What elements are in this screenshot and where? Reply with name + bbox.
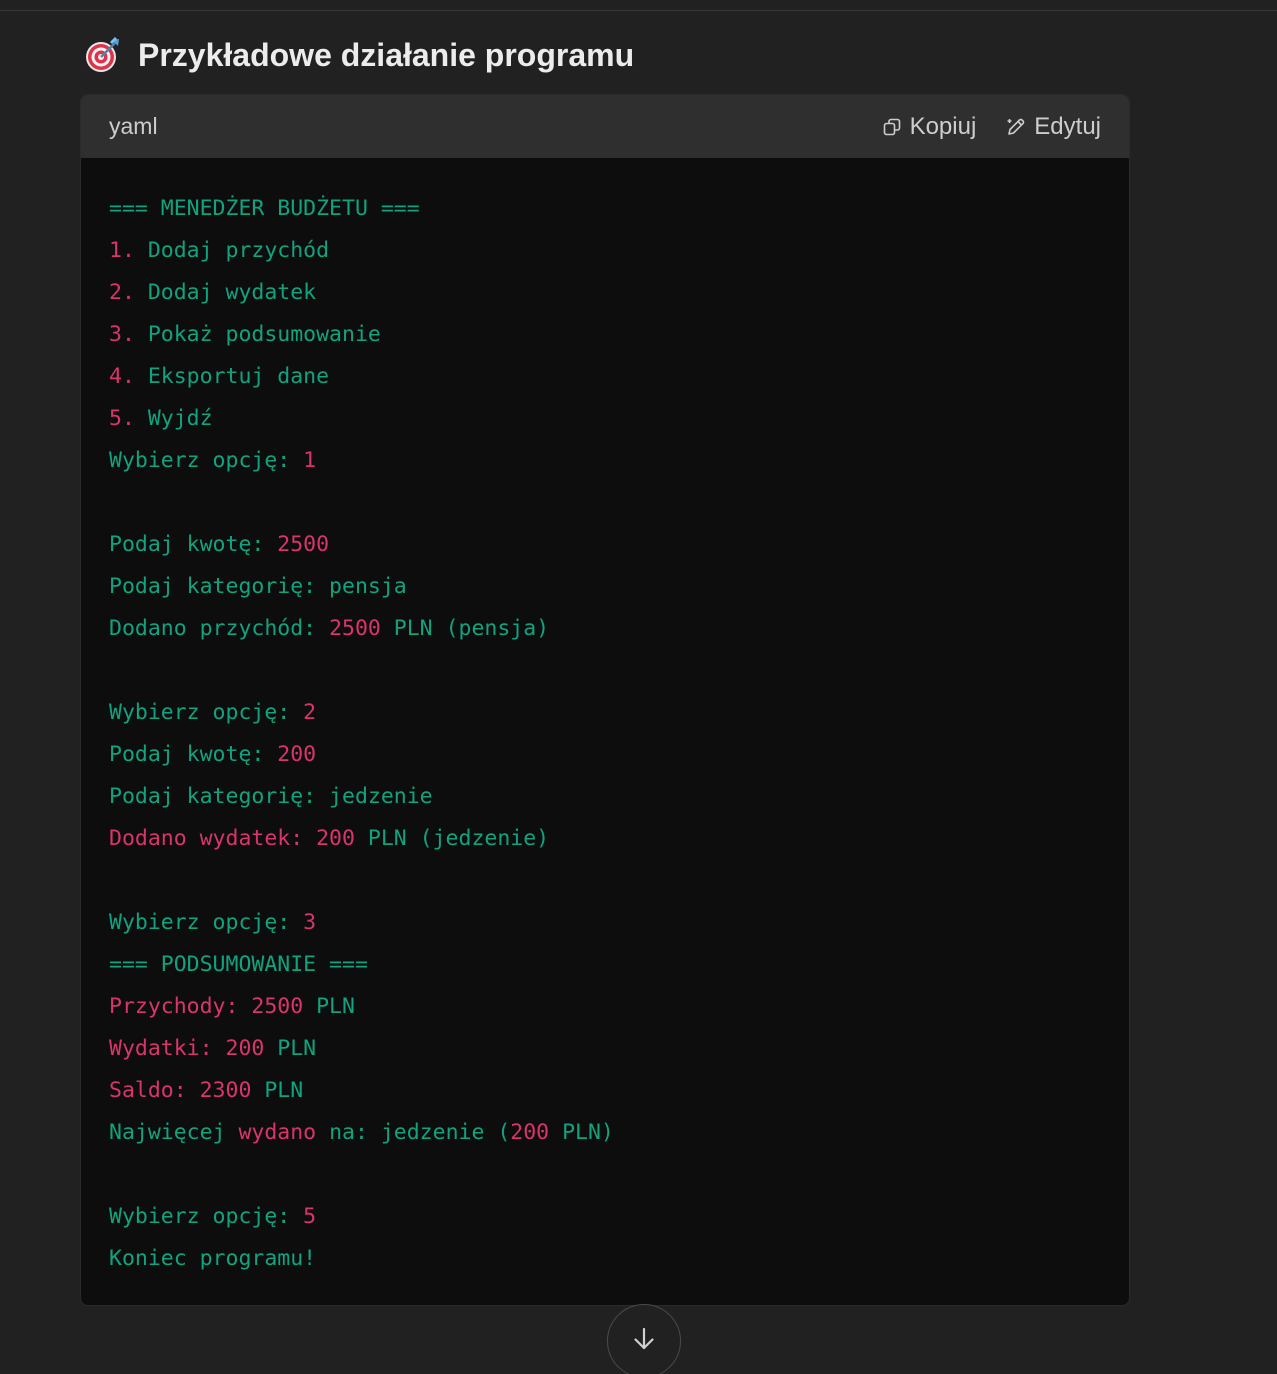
code-token: 1. — [109, 238, 148, 263]
code-line: Koniec programu! — [109, 1238, 1101, 1280]
code-line: Podaj kwotę: 200 — [109, 734, 1101, 776]
code-token: na: jedzenie ( — [316, 1120, 511, 1145]
code-block: yaml Kopiuj Edytuj === MENEDŻER BUDŻETU … — [80, 94, 1130, 1306]
code-line: Wybierz opcję: 3 — [109, 902, 1101, 944]
code-token: Dodano przychód: — [109, 616, 330, 641]
code-line: Podaj kwotę: 2500 — [109, 524, 1101, 566]
code-line: 1. Dodaj przychód — [109, 230, 1101, 272]
code-line: Wybierz opcję: 2 — [109, 692, 1101, 734]
code-line: Dodano przychód: 2500 PLN (pensja) — [109, 608, 1101, 650]
code-token: Eksportuj dane — [147, 364, 330, 389]
page-title: Przykładowe działanie programu — [138, 36, 635, 73]
code-token: PLN — [251, 1078, 304, 1103]
code-token: PLN) — [549, 1120, 614, 1145]
code-token: Dodaj wydatek — [147, 280, 317, 305]
code-token: Dodano wydatek: — [109, 826, 317, 851]
code-token: PLN — [264, 1036, 317, 1061]
code-token: Podaj kategorię: jedzenie — [109, 784, 433, 809]
code-token: Podaj kwotę: — [109, 742, 278, 767]
code-line: Wydatki: 200 PLN — [109, 1028, 1101, 1070]
code-token: Wybierz opcję: — [109, 910, 304, 935]
code-token: 200 — [316, 826, 355, 851]
code-line: 5. Wyjdź — [109, 398, 1101, 440]
code-token: 200 — [277, 742, 317, 767]
code-line: Podaj kategorię: jedzenie — [109, 776, 1101, 818]
direct-hit-target-icon — [84, 36, 122, 74]
code-token: 200 — [225, 1036, 265, 1061]
code-line: === MENEDŻER BUDŻETU === — [109, 188, 1101, 230]
code-line: 3. Pokaż podsumowanie — [109, 314, 1101, 356]
code-token: 3 — [303, 910, 317, 935]
code-line: Wybierz opcję: 1 — [109, 440, 1101, 482]
edit-button[interactable]: Edytuj — [1006, 113, 1101, 141]
code-line: Podaj kategorię: pensja — [109, 566, 1101, 608]
code-token: Wydatki: — [109, 1036, 226, 1061]
copy-icon — [882, 117, 902, 137]
edit-label: Edytuj — [1034, 112, 1101, 140]
code-token: Saldo: — [109, 1078, 200, 1103]
code-token: === PODSUMOWANIE === — [109, 952, 368, 977]
arrow-down-icon — [630, 1325, 658, 1358]
code-line: Dodano wydatek: 200 PLN (jedzenie) — [109, 818, 1101, 860]
code-content: === MENEDŻER BUDŻETU === 1. Dodaj przychó… — [81, 158, 1129, 1280]
code-token: Wyjdź — [147, 406, 213, 431]
code-token: 2500 — [277, 532, 330, 557]
code-token: Dodaj przychód — [147, 238, 330, 263]
code-line: === PODSUMOWANIE === — [109, 944, 1101, 986]
scroll-to-bottom-button[interactable] — [607, 1304, 681, 1374]
code-token: PLN (pensja) — [380, 616, 550, 641]
code-token: Podaj kategorię: pensja — [109, 574, 407, 599]
code-token: 3. — [109, 322, 148, 347]
code-token: Koniec programu! — [109, 1246, 317, 1271]
code-token: 2 — [303, 700, 317, 725]
code-token: Wybierz opcję: — [109, 700, 304, 725]
code-token: 5. — [109, 406, 148, 431]
code-token: 200 — [510, 1120, 550, 1145]
code-token: 2500 — [251, 994, 304, 1019]
top-divider — [0, 10, 1277, 11]
code-token: PLN — [303, 994, 355, 1019]
code-token: wydano — [238, 1120, 317, 1145]
code-token: 5 — [303, 1204, 317, 1229]
code-line: Najwięcej wydano na: jedzenie (200 PLN) — [109, 1112, 1101, 1154]
code-token: 2. — [109, 280, 148, 305]
code-actions: Kopiuj Edytuj — [882, 113, 1101, 141]
code-token: Podaj kwotę: — [109, 532, 278, 557]
copy-button[interactable]: Kopiuj — [882, 112, 977, 141]
code-token: Wybierz opcję: — [109, 1204, 304, 1229]
code-token: Pokaż podsumowanie — [147, 322, 381, 347]
code-token: 4. — [109, 364, 148, 389]
code-line: 4. Eksportuj dane — [109, 356, 1101, 398]
code-line: Przychody: 2500 PLN — [109, 986, 1101, 1028]
code-token: Najwięcej — [109, 1120, 239, 1145]
code-token: 1 — [303, 448, 317, 473]
code-line: 2. Dodaj wydatek — [109, 272, 1101, 314]
code-line: Saldo: 2300 PLN — [109, 1070, 1101, 1112]
code-language-label: yaml — [109, 113, 158, 139]
code-token: 2500 — [329, 616, 381, 641]
section-heading: Przykładowe działanie programu — [84, 34, 634, 76]
code-token: PLN (jedzenie) — [354, 826, 550, 851]
pencil-icon — [1006, 117, 1026, 137]
code-token: 2300 — [199, 1078, 252, 1103]
code-token: Przychody: — [109, 994, 252, 1019]
copy-label: Kopiuj — [909, 112, 977, 140]
code-token: Wybierz opcję: — [109, 448, 304, 473]
code-line: Wybierz opcję: 5 — [109, 1196, 1101, 1238]
code-block-header: yaml Kopiuj Edytuj — [81, 95, 1129, 158]
code-token: === MENEDŻER BUDŻETU === — [109, 196, 420, 221]
